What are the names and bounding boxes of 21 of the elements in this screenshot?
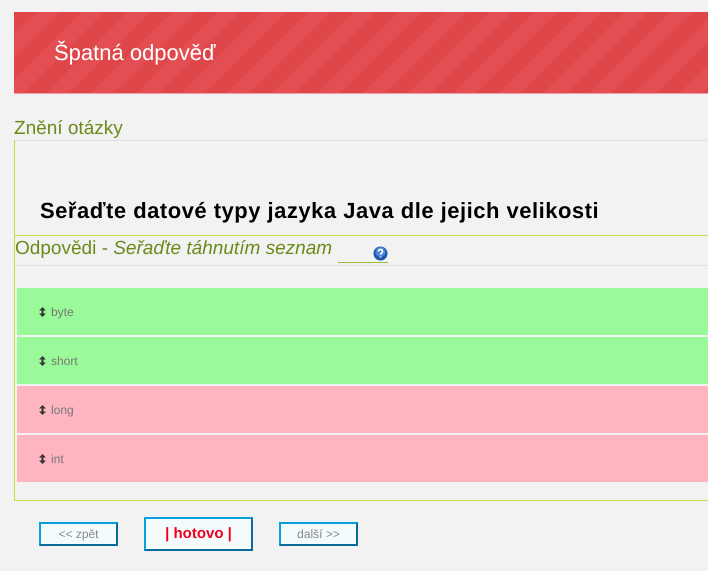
nav-button[interactable]: | hotovo | [144, 517, 253, 551]
answer-item[interactable]: long [17, 386, 708, 433]
item-label: byte [51, 304, 74, 320]
drag-handle-icon [39, 306, 46, 316]
drag-handle-icon [39, 356, 46, 366]
result-title: Špatná odpověď [54, 39, 216, 67]
answer-item[interactable]: int [17, 435, 708, 482]
nav-button[interactable]: << zpět [39, 522, 118, 546]
instruction-text: Seřaďte táhnutím seznam [113, 236, 332, 260]
answer-item[interactable]: byte [17, 288, 708, 335]
help-icon[interactable] [373, 246, 388, 261]
section-heading: Odpovědi - [15, 236, 109, 260]
answer-item[interactable]: short [17, 337, 708, 384]
item-label: int [51, 450, 64, 468]
nav-button[interactable]: další >> [279, 522, 358, 546]
item-label: short [51, 352, 78, 370]
drag-handle-icon [39, 404, 46, 414]
section-heading: Znění otázky [14, 118, 124, 140]
drag-handle-icon [39, 454, 46, 464]
item-label: long [51, 402, 74, 418]
question-text: Seřaďte datové typy jazyka Java dle jejich velikosti [40, 197, 600, 225]
